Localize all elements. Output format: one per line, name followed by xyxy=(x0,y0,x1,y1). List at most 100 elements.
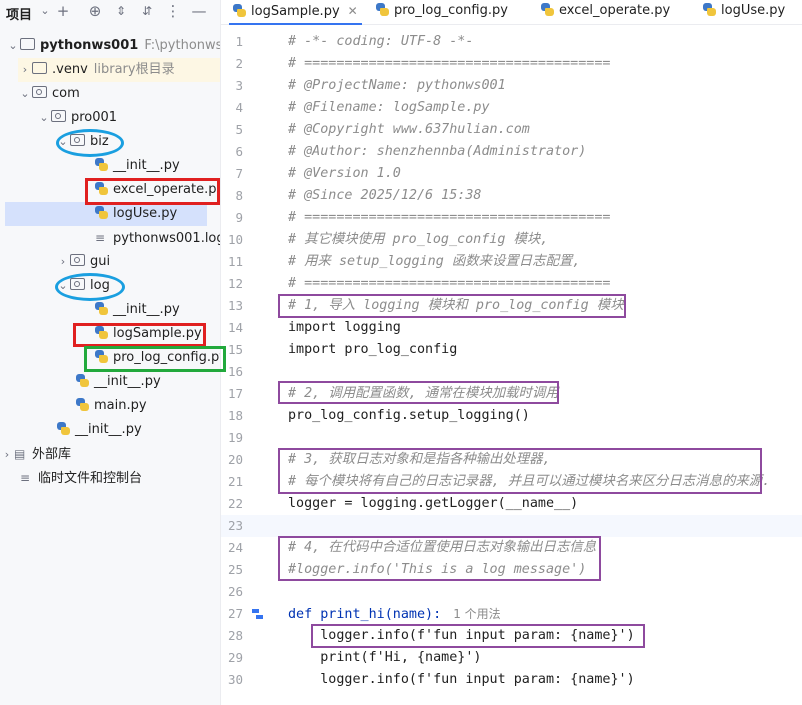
tree-item-pro001[interactable]: ⌄ pro001 xyxy=(37,106,117,130)
python-file-icon xyxy=(376,3,389,16)
chevron-right-icon[interactable]: › xyxy=(0,443,14,467)
line-number: 16 xyxy=(227,364,243,379)
tab-pro-log-config[interactable]: pro_log_config.py xyxy=(376,0,508,24)
python-file-icon xyxy=(541,3,554,16)
code-line: # 每个模块将有自己的日志记录器, 并且可以通过模块名来区分日志消息的来源. xyxy=(288,474,771,489)
chevron-down-icon[interactable]: ⌄ xyxy=(56,130,70,154)
tree-item-logsample[interactable]: logSample.py xyxy=(95,322,202,346)
tree-item-label: 外部库 xyxy=(32,447,72,462)
hide-icon[interactable]: — xyxy=(190,1,208,21)
line-number: 2 xyxy=(235,56,243,71)
code-line: logger.info(f'fun input param: {name}') xyxy=(288,628,635,643)
chevron-down-icon[interactable]: ⌄ xyxy=(18,82,32,106)
add-icon[interactable]: + xyxy=(54,1,72,21)
code-editor[interactable]: 1 # -*- coding: UTF-8 -*- 2 # ==========… xyxy=(221,25,802,705)
chevron-right-icon[interactable]: › xyxy=(18,58,32,82)
tree-item-logfile[interactable]: ≡ pythonws001.log xyxy=(95,226,221,250)
panel-title[interactable]: 项目 xyxy=(6,4,32,23)
chevron-right-icon[interactable]: › xyxy=(56,250,70,274)
chevron-down-icon[interactable]: ⌄ xyxy=(37,106,51,130)
python-file-icon xyxy=(57,422,70,435)
usage-hint[interactable]: 1 个用法 xyxy=(453,607,500,621)
tree-item-label: main.py xyxy=(94,398,147,413)
tree-item-loguse[interactable]: logUse.py xyxy=(5,202,207,226)
tab-loguse[interactable]: logUse.py xyxy=(703,0,785,24)
python-file-icon xyxy=(95,158,108,171)
run-gutter-icon[interactable] xyxy=(251,607,265,621)
scratch-icon: ≡ xyxy=(20,471,31,485)
chevron-down-icon[interactable]: ⌄ xyxy=(6,34,20,58)
folder-icon xyxy=(32,62,47,74)
tree-item-pro-log-config[interactable]: pro_log_config.py xyxy=(95,346,220,370)
tree-item-label: __init__.py xyxy=(94,374,161,389)
code-line: # @ProjectName: pythonws001 xyxy=(288,78,506,93)
tab-excel-operate[interactable]: excel_operate.py xyxy=(541,0,670,24)
tree-item-label: excel_operate.py xyxy=(113,182,221,197)
code-line: #logger.info('This is a log message') xyxy=(288,562,587,577)
line-number: 28 xyxy=(227,628,243,643)
python-file-icon xyxy=(233,4,246,17)
current-line-highlight xyxy=(221,515,802,537)
line-number: 30 xyxy=(227,672,243,687)
code-line: # ====================================== xyxy=(288,210,611,225)
tree-item-external-libs[interactable]: › ▤ 外部库 xyxy=(0,442,71,466)
tree-item-label: logSample.py xyxy=(113,326,202,341)
chevron-down-icon[interactable]: ⌄ xyxy=(56,274,70,298)
locate-icon[interactable]: ⊕ xyxy=(86,1,104,21)
tree-item-main[interactable]: main.py xyxy=(76,394,147,418)
tree-item-venv[interactable]: › .venv library根目录 xyxy=(18,58,220,82)
package-icon xyxy=(70,134,85,146)
tree-item-gui[interactable]: › gui xyxy=(56,250,110,274)
code-line: # @Version 1.0 xyxy=(288,166,401,181)
tree-item-log[interactable]: ⌄ log xyxy=(56,274,110,298)
code-line: pro_log_config.setup_logging() xyxy=(288,408,530,423)
tree-item-label: __init__.py xyxy=(75,422,142,437)
code-line: # 4, 在代码中合适位置使用日志对象输出日志信息 xyxy=(288,540,597,555)
line-number: 20 xyxy=(227,452,243,467)
tree-item-com-init[interactable]: __init__.py xyxy=(57,418,142,442)
expand-all-icon[interactable]: ⇕ xyxy=(112,1,130,21)
code-line: logger.info(f'fun input param: {name}') xyxy=(288,672,635,687)
more-icon[interactable]: ⋮ xyxy=(164,1,182,21)
line-number: 21 xyxy=(227,474,243,489)
code-line: # 1, 导入 logging 模块和 pro_log_config 模块 xyxy=(288,298,624,313)
collapse-all-icon[interactable]: ⇵ xyxy=(138,1,156,21)
line-number: 19 xyxy=(227,430,243,445)
python-file-icon xyxy=(95,326,108,339)
line-number: 3 xyxy=(235,78,243,93)
code-line: # 3, 获取日志对象和是指各种输出处理器, xyxy=(288,452,551,467)
tree-item-label: .venv xyxy=(52,62,88,77)
line-number: 24 xyxy=(227,540,243,555)
close-icon[interactable]: ✕ xyxy=(348,4,358,18)
tree-item-label: 临时文件和控制台 xyxy=(38,471,143,486)
tree-item-com[interactable]: ⌄ com xyxy=(18,82,80,106)
package-icon xyxy=(51,110,66,122)
line-number: 9 xyxy=(235,210,243,225)
code-line: import logging xyxy=(288,320,401,335)
chevron-down-icon[interactable]: ⌄ xyxy=(36,1,54,21)
tree-item-biz[interactable]: ⌄ biz xyxy=(56,130,109,154)
tree-item-label: pythonws001.log xyxy=(113,231,221,246)
code-line: # -*- coding: UTF-8 -*- xyxy=(288,34,474,49)
tree-item-biz-init[interactable]: __init__.py xyxy=(95,154,180,178)
package-icon xyxy=(32,86,47,98)
tree-item-log-init[interactable]: __init__.py xyxy=(95,298,180,322)
line-number: 10 xyxy=(227,232,243,247)
line-number: 27 xyxy=(227,606,243,621)
line-number: 26 xyxy=(227,584,243,599)
tree-item-scratches[interactable]: ≡ 临时文件和控制台 xyxy=(20,466,142,490)
package-icon xyxy=(70,278,85,290)
tree-item-label: log xyxy=(90,278,110,293)
line-number: 17 xyxy=(227,386,243,401)
tree-item-excel-operate[interactable]: excel_operate.py xyxy=(95,178,221,202)
tree-item-label: gui xyxy=(90,254,111,269)
project-toolbar: 项目 ⌄ + ⊕ ⇕ ⇵ ⋮ — xyxy=(0,0,220,24)
tree-item-root[interactable]: ⌄ pythonws001 F:\pythonws\pythonws001 xyxy=(6,34,220,58)
tree-item-label: __init__.py xyxy=(113,302,180,317)
line-number: 5 xyxy=(235,122,243,137)
tab-logsample[interactable]: logSample.py ✕ xyxy=(229,0,362,25)
tree-item-pro001-init[interactable]: __init__.py xyxy=(76,370,161,394)
editor-tabs: logSample.py ✕ pro_log_config.py excel_op… xyxy=(221,0,802,25)
line-number: 29 xyxy=(227,650,243,665)
tree-item-label: logUse.py xyxy=(113,206,178,221)
